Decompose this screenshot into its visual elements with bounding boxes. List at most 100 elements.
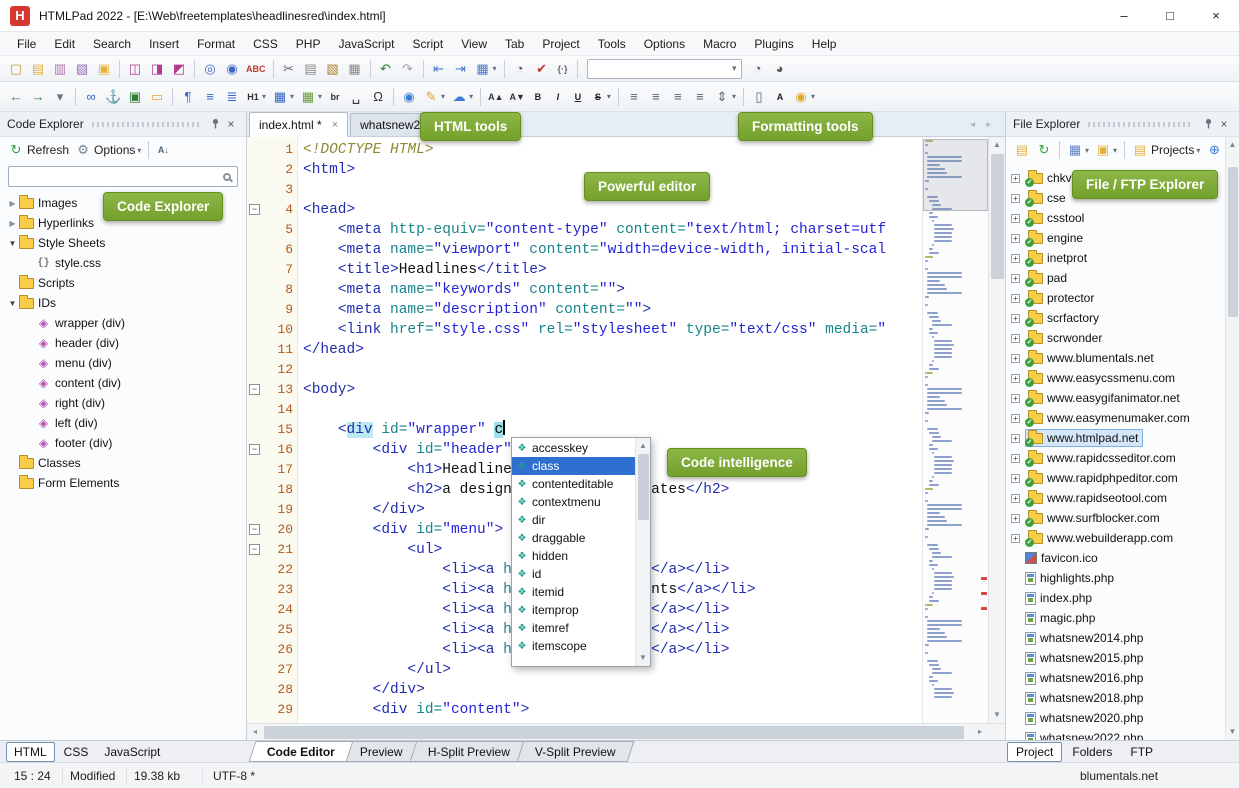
cut-icon[interactable]: ✂: [278, 58, 300, 80]
code-explorer-search-input[interactable]: [8, 166, 238, 187]
fe-tab-project[interactable]: Project: [1007, 742, 1062, 762]
scroll-up-icon[interactable]: ▲: [636, 438, 650, 454]
menu-item-edit[interactable]: Edit: [45, 34, 84, 54]
fe-file-whatsnew2014-php[interactable]: whatsnew2014.php: [1006, 628, 1225, 648]
spell-check-icon[interactable]: ABC: [243, 58, 269, 80]
expand-plus-icon[interactable]: +: [1011, 494, 1020, 503]
expand-plus-icon[interactable]: +: [1011, 374, 1020, 383]
ce-item-scripts[interactable]: Scripts: [0, 273, 246, 293]
fe-folder-www-blumentals-net[interactable]: +www.blumentals.net: [1006, 348, 1225, 368]
expand-plus-icon[interactable]: +: [1011, 194, 1020, 203]
close-button[interactable]: ×: [1193, 0, 1239, 31]
autocomplete-scrollbar[interactable]: ▲ ▼: [635, 438, 650, 666]
find-next-icon[interactable]: ◔: [747, 58, 769, 80]
ce-item-left-div[interactable]: ◈left (div): [0, 413, 246, 433]
highlight-color-icon[interactable]: ◉▾: [790, 86, 818, 108]
file-explorer-scrollbar-thumb[interactable]: [1228, 167, 1238, 317]
view-tab-code-editor[interactable]: Code Editor: [249, 741, 354, 762]
menu-item-css[interactable]: CSS: [244, 34, 287, 54]
non-breaking-space-icon[interactable]: ␣: [345, 86, 367, 108]
autocomplete-item-id[interactable]: ❖id: [512, 565, 635, 583]
expand-plus-icon[interactable]: +: [1011, 514, 1020, 523]
sort-icon[interactable]: A↓: [153, 139, 173, 161]
view-tab-h-split-preview[interactable]: H-Split Preview: [409, 741, 528, 762]
autocomplete-item-contextmenu[interactable]: ❖contextmenu: [512, 493, 635, 511]
new-folder-icon[interactable]: ▣▾: [1092, 139, 1120, 161]
projects-icon[interactable]: ▤Projects▾: [1129, 139, 1203, 161]
table-wizard-icon[interactable]: ▦▾: [297, 86, 325, 108]
code-text[interactable]: </ul>: [303, 660, 451, 680]
autocomplete-item-dir[interactable]: ❖dir: [512, 511, 635, 529]
code-text[interactable]: </div>: [303, 500, 425, 520]
menu-item-search[interactable]: Search: [84, 34, 140, 54]
navigate-dropdown-icon[interactable]: ▾: [49, 86, 71, 108]
code-text[interactable]: <!DOCTYPE HTML>: [303, 140, 434, 160]
expand-arrow-icon[interactable]: ▶: [6, 219, 19, 228]
fe-file-index-php[interactable]: index.php: [1006, 588, 1225, 608]
menu-item-options[interactable]: Options: [635, 34, 694, 54]
expand-plus-icon[interactable]: +: [1011, 354, 1020, 363]
refresh-icon[interactable]: ↻: [1033, 139, 1055, 161]
minimize-button[interactable]: –: [1101, 0, 1147, 31]
fold-toggle-icon[interactable]: −: [249, 524, 260, 535]
find-previous-icon[interactable]: ◕: [769, 58, 791, 80]
expand-plus-icon[interactable]: +: [1011, 314, 1020, 323]
menu-item-plugins[interactable]: Plugins: [745, 34, 802, 54]
ce-item-header-div[interactable]: ◈header (div): [0, 333, 246, 353]
ce-item-form-elements[interactable]: Form Elements: [0, 473, 246, 493]
code-text[interactable]: <body>: [303, 380, 355, 400]
autocomplete-item-itemscope[interactable]: ❖itemscope: [512, 637, 635, 655]
strikethrough-icon[interactable]: S▾: [588, 86, 614, 108]
code-text[interactable]: <div id="content">: [303, 700, 529, 720]
code-text[interactable]: <link href="style.css" rel="stylesheet" …: [303, 320, 886, 340]
copy-icon[interactable]: ▤: [300, 58, 322, 80]
collapse-arrow-icon[interactable]: ▼: [6, 239, 19, 248]
align-justify-icon[interactable]: ≡: [689, 86, 711, 108]
undo-icon[interactable]: ↶: [375, 58, 397, 80]
autocomplete-item-hidden[interactable]: ❖hidden: [512, 547, 635, 565]
paste-icon[interactable]: ▧: [322, 58, 344, 80]
ce-item-menu-div[interactable]: ◈menu (div): [0, 353, 246, 373]
fe-folder-www-rapidcsseditor-com[interactable]: +www.rapidcsseditor.com: [1006, 448, 1225, 468]
menu-item-format[interactable]: Format: [188, 34, 244, 54]
refresh-icon[interactable]: ↻Refresh: [5, 139, 72, 161]
autocomplete-item-itemref[interactable]: ❖itemref: [512, 619, 635, 637]
ce-item-ids[interactable]: ▼IDs: [0, 293, 246, 313]
code-text[interactable]: </head>: [303, 340, 364, 360]
code-text[interactable]: <head>: [303, 200, 355, 220]
minimap-viewport[interactable]: [923, 139, 988, 211]
fe-folder-www-rapidphpeditor-com[interactable]: +www.rapidphpeditor.com: [1006, 468, 1225, 488]
insert-link-icon[interactable]: ∞: [80, 86, 102, 108]
code-text[interactable]: </div>: [303, 680, 425, 700]
scroll-up-icon[interactable]: ▲: [1226, 137, 1239, 153]
align-right-icon[interactable]: ≡: [667, 86, 689, 108]
lang-tab-html[interactable]: HTML: [6, 742, 55, 762]
fe-folder-www-easygifanimator-net[interactable]: +www.easygifanimator.net: [1006, 388, 1225, 408]
lang-tab-css[interactable]: CSS: [57, 743, 96, 761]
fold-toggle-icon[interactable]: −: [249, 384, 260, 395]
code-text[interactable]: <title>Headlines</title>: [303, 260, 547, 280]
fe-file-favicon-ico[interactable]: favicon.ico: [1006, 548, 1225, 568]
tab-scroll-left-icon[interactable]: ◂: [970, 119, 975, 130]
open-folder-icon[interactable]: ▣: [93, 58, 115, 80]
menu-item-file[interactable]: File: [8, 34, 45, 54]
find-in-files-icon[interactable]: ◔: [509, 58, 531, 80]
menu-item-script[interactable]: Script: [404, 34, 453, 54]
menu-item-javascript[interactable]: JavaScript: [329, 34, 403, 54]
insert-table-icon[interactable]: ▦▾: [269, 86, 297, 108]
align-center-icon[interactable]: ≡: [645, 86, 667, 108]
scroll-up-icon[interactable]: ▲: [989, 137, 1005, 153]
expand-plus-icon[interactable]: +: [1011, 254, 1020, 263]
close-tab-icon[interactable]: ×: [332, 119, 338, 131]
browse-web-icon[interactable]: ⊕: [1203, 139, 1225, 161]
menu-item-view[interactable]: View: [452, 34, 496, 54]
clipboard-history-icon[interactable]: ▦: [344, 58, 366, 80]
ce-item-classes[interactable]: Classes: [0, 453, 246, 473]
autocomplete-item-contenteditable[interactable]: ❖contenteditable: [512, 475, 635, 493]
editor-tab-index-html[interactable]: index.html *×: [249, 112, 348, 137]
autocomplete-item-class[interactable]: ❖class: [512, 457, 635, 475]
fe-file-highlights-php[interactable]: highlights.php: [1006, 568, 1225, 588]
expand-plus-icon[interactable]: +: [1011, 334, 1020, 343]
bold-icon[interactable]: B: [528, 86, 548, 108]
scroll-right-icon[interactable]: ▸: [972, 724, 988, 740]
